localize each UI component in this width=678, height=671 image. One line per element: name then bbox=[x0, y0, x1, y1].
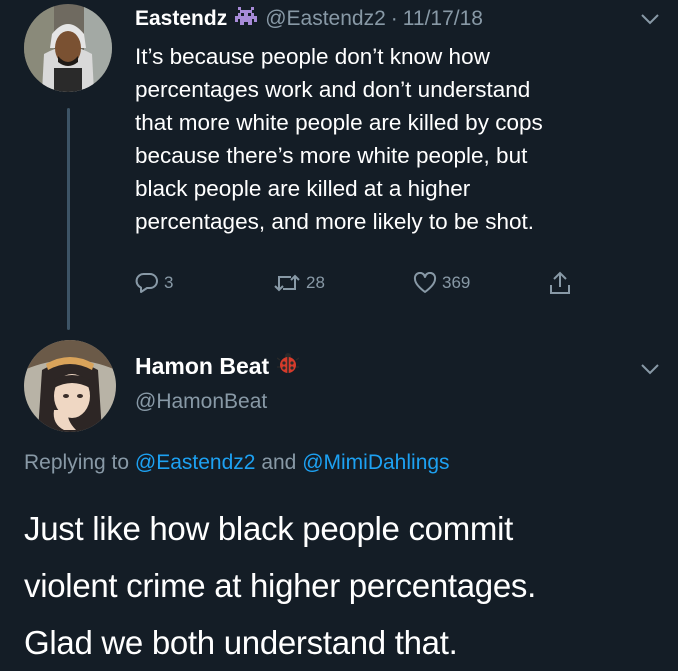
reply-button[interactable]: 3 bbox=[135, 268, 173, 298]
reply-count: 3 bbox=[164, 273, 174, 292]
chevron-down-icon[interactable] bbox=[640, 362, 660, 376]
replying-conjunction: and bbox=[261, 451, 297, 474]
thread-connector-line bbox=[67, 108, 70, 330]
display-name-text[interactable]: Hamon Beat bbox=[135, 353, 269, 380]
share-button[interactable] bbox=[548, 268, 577, 298]
mention-link[interactable]: @MimiDahlings bbox=[302, 451, 449, 474]
retweet-count: 28 bbox=[306, 273, 325, 292]
tweet-text-line: Just like how black people commit bbox=[24, 510, 513, 547]
tweet-text-line: Glad we both understand that. bbox=[24, 624, 458, 661]
like-count: 369 bbox=[442, 273, 471, 292]
chevron-down-icon[interactable] bbox=[640, 12, 660, 26]
separator-dot: · bbox=[390, 7, 398, 30]
tweet-text-line: It’s because people don’t know how bbox=[135, 44, 490, 69]
tweet-text-line: that more white people are killed by cop… bbox=[135, 110, 543, 135]
mention-link[interactable]: @Eastendz2 bbox=[135, 451, 256, 474]
retweet-icon bbox=[274, 274, 300, 292]
tweet-text-line: because there’s more white people, but bbox=[135, 143, 528, 168]
retweet-button[interactable]: 28 bbox=[273, 268, 325, 298]
display-name: Hamon Beat bbox=[135, 352, 307, 380]
reply-icon bbox=[135, 273, 158, 293]
ladybug-icon bbox=[276, 352, 300, 380]
tweet-date[interactable]: 11/17/18 bbox=[403, 7, 483, 31]
share-icon bbox=[550, 271, 570, 294]
avatar-image bbox=[24, 340, 116, 432]
replying-prefix: Replying to bbox=[24, 451, 130, 474]
user-handle[interactable]: @HamonBeat bbox=[135, 390, 267, 414]
display-name[interactable]: Eastendz bbox=[135, 7, 227, 31]
avatar-eastendz[interactable] bbox=[24, 4, 112, 92]
replying-to-line: Replying to @Eastendz2 and @MimiDahlings bbox=[24, 451, 450, 475]
tweet-text: Just like how black people commit violen… bbox=[24, 500, 664, 671]
tweet-text-line: black people are killed at a higher bbox=[135, 176, 471, 201]
like-icon bbox=[413, 272, 437, 293]
tweet-text: It’s because people don’t know how perce… bbox=[135, 40, 665, 238]
avatar-hamonbeat[interactable] bbox=[24, 340, 116, 432]
tweet-text-line: percentages work and don’t understand bbox=[135, 77, 531, 102]
tweet-text-line: violent crime at higher percentages. bbox=[24, 567, 536, 604]
like-button[interactable]: 369 bbox=[413, 268, 470, 298]
tweet-text-line: percentages, and more likely to be shot. bbox=[135, 209, 534, 234]
tweet-header: Eastendz @Eastendz2 · 11/17/18 bbox=[135, 4, 483, 34]
avatar-image bbox=[24, 4, 112, 92]
tweet-actions: 3 28 369 bbox=[135, 268, 605, 298]
user-handle[interactable]: @Eastendz2 bbox=[265, 7, 386, 31]
alien-monster-icon bbox=[235, 7, 258, 31]
